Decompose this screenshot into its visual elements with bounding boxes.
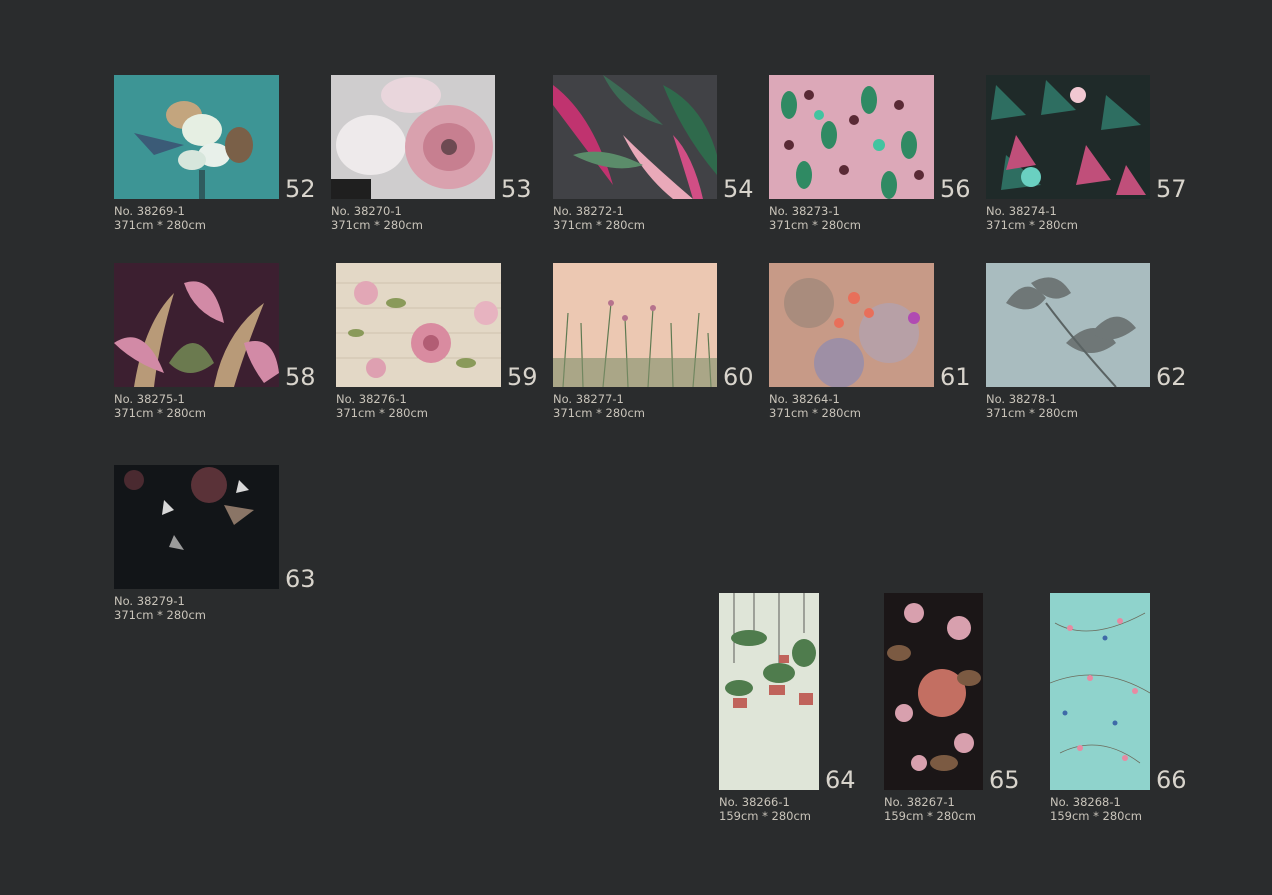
mural-card[interactable]: 66 No. 38268-1 159cm * 280cm (1050, 593, 1195, 828)
page-number: 57 (1156, 175, 1187, 203)
mural-card[interactable]: 59 No. 38276-1 371cm * 280cm (336, 263, 541, 423)
mural-card[interactable]: 60 No. 38277-1 371cm * 280cm (553, 263, 758, 423)
product-size: 159cm * 280cm (719, 809, 812, 823)
page-number: 60 (723, 363, 754, 391)
mural-card[interactable]: 53 No. 38270-1 371cm * 280cm (331, 75, 532, 235)
mural-card[interactable]: 61 No. 38264-1 371cm * 280cm (769, 263, 974, 423)
product-code: No. 38264-1 (769, 392, 840, 406)
product-code: No. 38272-1 (553, 204, 624, 218)
mural-thumbnail[interactable] (553, 75, 717, 199)
page-number: 52 (285, 175, 316, 203)
page-number: 62 (1156, 363, 1187, 391)
product-size: 371cm * 280cm (986, 218, 1079, 232)
product-size: 371cm * 280cm (769, 218, 862, 232)
mural-thumbnail[interactable] (114, 75, 279, 199)
mural-card[interactable]: 62 No. 38278-1 371cm * 280cm (986, 263, 1191, 423)
watercolor-flowers-image (769, 263, 934, 387)
mural-thumbnail[interactable] (331, 75, 495, 199)
mural-thumbnail[interactable] (553, 263, 717, 387)
product-code: No. 38270-1 (331, 204, 402, 218)
page-number: 53 (501, 175, 532, 203)
dark-bouquet-image (114, 465, 279, 589)
product-code: No. 38267-1 (884, 795, 955, 809)
dark-jungle-image (986, 75, 1150, 199)
product-size: 371cm * 280cm (114, 406, 207, 420)
striped-leaves-image (553, 75, 717, 199)
pink-floral-pattern-image (769, 75, 934, 199)
product-code: No. 38275-1 (114, 392, 185, 406)
page-number: 64 (825, 766, 856, 794)
product-size: 371cm * 280cm (986, 406, 1079, 420)
mural-card[interactable]: 63 No. 38279-1 371cm * 280cm (114, 465, 319, 625)
flower-bouquet-image (114, 75, 279, 199)
product-size: 159cm * 280cm (884, 809, 977, 823)
mural-card[interactable]: 57 No. 38274-1 371cm * 280cm (986, 75, 1191, 235)
grey-lily-image (986, 263, 1150, 387)
page-number: 56 (940, 175, 971, 203)
dark-geranium-image (884, 593, 983, 790)
product-code: No. 38279-1 (114, 594, 185, 608)
mural-thumbnail[interactable] (884, 593, 983, 790)
mural-thumbnail[interactable] (769, 75, 934, 199)
product-size: 159cm * 280cm (1050, 809, 1143, 823)
mint-birds-branches-image (1050, 593, 1150, 790)
page-number: 63 (285, 565, 316, 593)
product-code: No. 38276-1 (336, 392, 407, 406)
page-number: 54 (723, 175, 754, 203)
page-number: 65 (989, 766, 1020, 794)
product-code: No. 38268-1 (1050, 795, 1121, 809)
mural-card[interactable]: 65 No. 38267-1 159cm * 280cm (884, 593, 1029, 828)
meadow-herbs-image (553, 263, 717, 387)
mural-card[interactable]: 56 No. 38273-1 371cm * 280cm (769, 75, 974, 235)
mural-thumbnail[interactable] (336, 263, 501, 387)
mural-thumbnail[interactable] (769, 263, 934, 387)
product-code: No. 38273-1 (769, 204, 840, 218)
pink-dahlia-image (331, 75, 495, 199)
mural-thumbnail[interactable] (114, 263, 279, 387)
page-number: 59 (507, 363, 538, 391)
product-size: 371cm * 280cm (114, 218, 207, 232)
mural-card[interactable]: 64 No. 38266-1 159cm * 280cm (719, 593, 864, 828)
mural-thumbnail[interactable] (719, 593, 819, 790)
product-code: No. 38277-1 (553, 392, 624, 406)
mural-thumbnail[interactable] (1050, 593, 1150, 790)
product-size: 371cm * 280cm (114, 608, 207, 622)
page-number: 58 (285, 363, 316, 391)
product-code: No. 38269-1 (114, 204, 185, 218)
hanging-plants-image (719, 593, 819, 790)
mural-card[interactable]: 54 No. 38272-1 371cm * 280cm (553, 75, 758, 235)
product-size: 371cm * 280cm (553, 406, 646, 420)
mural-card[interactable]: 52 No. 38269-1 371cm * 280cm (114, 75, 316, 235)
product-code: No. 38278-1 (986, 392, 1057, 406)
product-size: 371cm * 280cm (336, 406, 429, 420)
product-size: 371cm * 280cm (769, 406, 862, 420)
product-size: 371cm * 280cm (553, 218, 646, 232)
mural-card[interactable]: 58 No. 38275-1 371cm * 280cm (114, 263, 319, 423)
product-code: No. 38274-1 (986, 204, 1057, 218)
page-number: 61 (940, 363, 971, 391)
page-number: 66 (1156, 766, 1187, 794)
peony-on-brick-image (336, 263, 501, 387)
product-size: 371cm * 280cm (331, 218, 424, 232)
plum-foliage-image (114, 263, 279, 387)
mural-thumbnail[interactable] (986, 263, 1150, 387)
product-code: No. 38266-1 (719, 795, 790, 809)
mural-thumbnail[interactable] (114, 465, 279, 589)
mural-thumbnail[interactable] (986, 75, 1150, 199)
